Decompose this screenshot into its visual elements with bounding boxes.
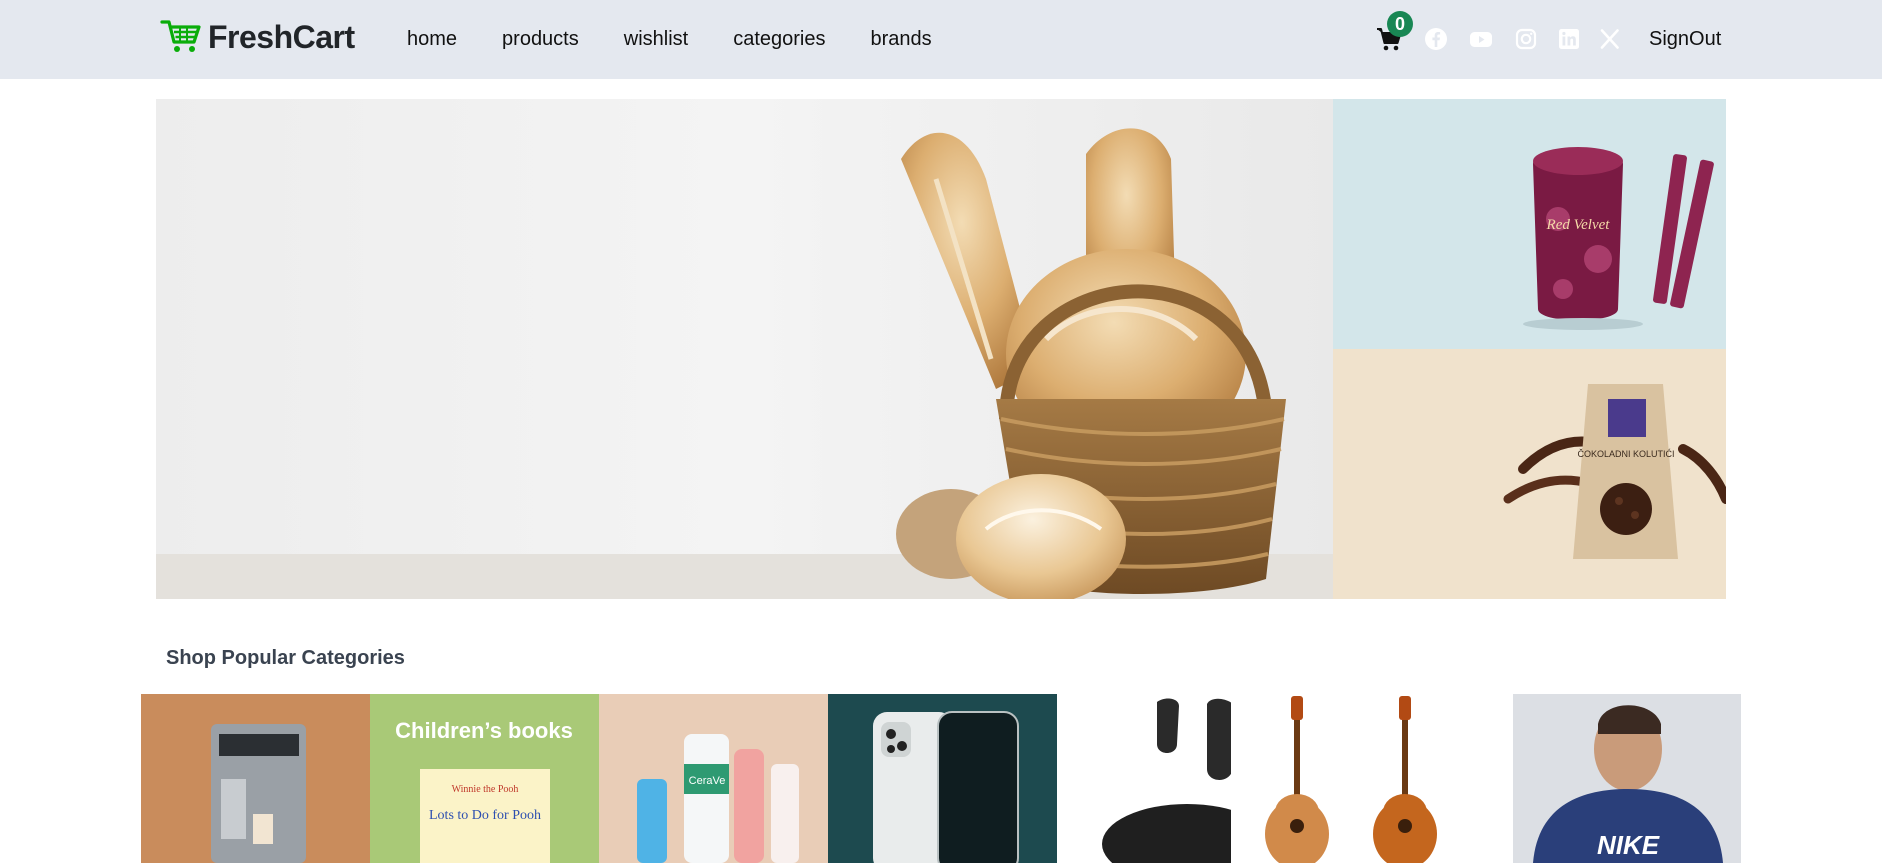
nav-link-categories[interactable]: categories — [733, 25, 825, 53]
category-card-coffee-machine[interactable] — [141, 694, 370, 863]
category-card-music[interactable] — [1231, 694, 1460, 863]
facebook-icon[interactable] — [1424, 27, 1448, 51]
bread-basket-image — [156, 99, 1333, 599]
instagram-icon[interactable] — [1514, 27, 1538, 51]
section-title-popular-categories: Shop Popular Categories — [166, 647, 405, 669]
linkedin-icon[interactable] — [1557, 27, 1581, 51]
nav-link-products[interactable]: products — [502, 25, 579, 53]
hero-main-slide[interactable] — [156, 99, 1333, 599]
brand-logo-link[interactable]: FreshCart — [160, 18, 355, 56]
hero-side-banner-bottom[interactable]: ČOKOLADNI KOLUTIĆI — [1333, 349, 1726, 599]
shopping-cart-logo-icon — [160, 20, 201, 52]
nav-link-brands[interactable]: brands — [870, 25, 931, 53]
main-nav: home products wishlist categories brands — [407, 25, 977, 53]
beauty-products-image: CeraVe — [599, 694, 828, 863]
cart-count-badge: 0 — [1387, 11, 1413, 37]
coffee-machine-image — [141, 694, 370, 863]
product-label-red-velvet: Red Velvet — [1546, 217, 1611, 233]
brand-name: FreshCart — [208, 18, 355, 55]
category-card-mobiles[interactable] — [828, 694, 1057, 863]
category-card-mens-fashion[interactable]: NIKE — [1513, 694, 1741, 863]
x-icon[interactable] — [1598, 27, 1622, 51]
childrens-books-image: Children’s books Winnie the Pooh Lots to… — [370, 694, 599, 863]
category-card-beauty[interactable]: CeraVe — [599, 694, 828, 863]
hero-banner: Red Velvet ČOKOLADNI KOLUTIĆI — [156, 99, 1726, 599]
nav-link-wishlist[interactable]: wishlist — [624, 25, 688, 53]
book-brand-label: Winnie the Pooh — [452, 784, 519, 795]
category-slider: Children’s books Winnie the Pooh Lots to… — [141, 694, 1741, 863]
guitar-image — [1231, 694, 1460, 863]
category-card-childrens-books[interactable]: Children’s books Winnie the Pooh Lots to… — [370, 694, 599, 863]
book-title-label: Lots to Do for Pooh — [429, 808, 541, 823]
mens-fashion-image: NIKE — [1513, 694, 1741, 863]
wafer-rolls-image: Red Velvet — [1523, 147, 1714, 330]
cerave-label: CeraVe — [689, 775, 726, 787]
nav-link-home[interactable]: home — [407, 25, 457, 53]
navbar: FreshCart home products wishlist categor… — [0, 0, 1882, 79]
nike-logo-text: NIKE — [1597, 830, 1660, 860]
signout-link[interactable]: SignOut — [1649, 25, 1721, 53]
chocolate-cookies-image: ČOKOLADNI KOLUTIĆI — [1503, 384, 1726, 559]
youtube-icon[interactable] — [1469, 27, 1493, 51]
product-label-cookies: ČOKOLADNI KOLUTIĆI — [1577, 449, 1674, 459]
childrens-books-label: Children’s books — [395, 718, 573, 743]
mobile-phone-image — [828, 694, 1057, 863]
hero-side-banner-top[interactable]: Red Velvet — [1333, 99, 1726, 349]
